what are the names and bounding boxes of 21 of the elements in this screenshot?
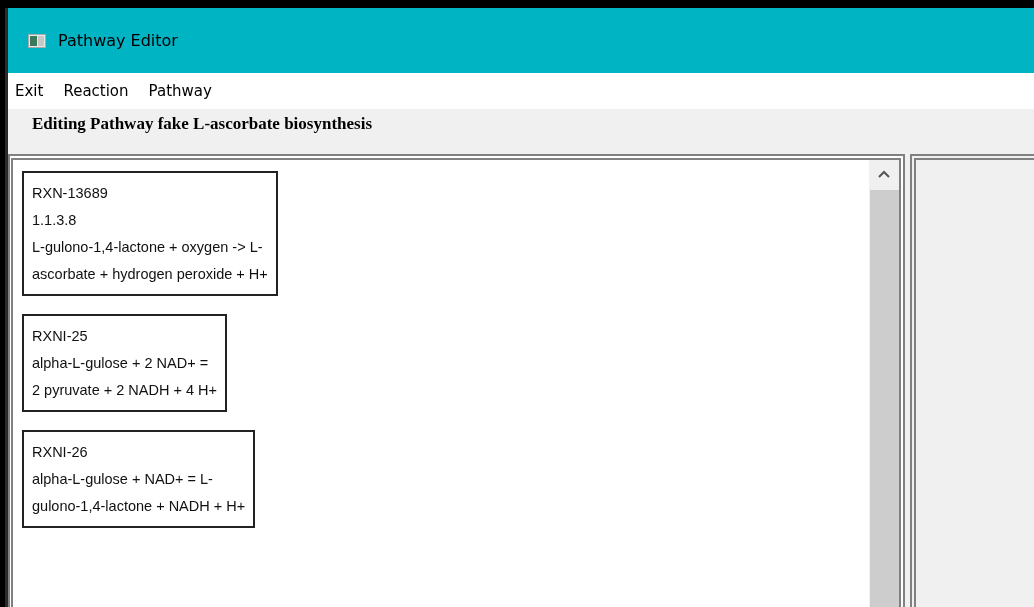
window-title: Pathway Editor: [58, 31, 178, 50]
reaction-text: RXN-13689: [32, 184, 109, 203]
menu-item[interactable]: Pathway: [148, 82, 212, 100]
scrollbar[interactable]: [869, 160, 899, 607]
reaction-text: 2 pyruvate + 2 NADH + 4 H+: [32, 381, 217, 400]
menu-item[interactable]: Reaction: [63, 82, 129, 100]
reaction-card[interactable]: RXNI-25 alpha-L-gulose + 2 NAD+ = 2 pyruvate + 2 NADH + 4 H+: [22, 314, 227, 412]
reaction-text: 1.1.3.8: [32, 211, 78, 230]
reaction-text: alpha-L-gulose + NAD+ = L-: [32, 470, 214, 489]
reaction-text: gulono-1,4-lactone + NADH + H+: [32, 497, 246, 516]
reaction-text: ascorbate + hydrogen peroxide + H+: [32, 265, 268, 284]
app-icon: [28, 33, 46, 48]
reaction-card[interactable]: RXN-13689 1.1.3.8 L-gulono-1,4-lactone + oxygen -> L- ascorbate + hydrogen peroxide + H+: [22, 171, 278, 296]
menu-item[interactable]: Exit: [15, 82, 44, 100]
reaction-text: alpha-L-gulose + 2 NAD+ =: [32, 354, 210, 373]
reaction-text: RXNI-26: [32, 443, 89, 462]
scroll-up-icon[interactable]: [878, 170, 890, 178]
pathway-heading: Editing Pathway fake L-ascorbate biosynthesis: [32, 114, 373, 133]
reaction-text: RXNI-25: [32, 327, 89, 346]
reaction-card[interactable]: RXNI-26 alpha-L-gulose + NAD+ = L- gulono-1,4-lactone + NADH + H+: [22, 430, 256, 528]
reaction-text: L-gulono-1,4-lactone + oxygen -> L-: [32, 238, 264, 257]
